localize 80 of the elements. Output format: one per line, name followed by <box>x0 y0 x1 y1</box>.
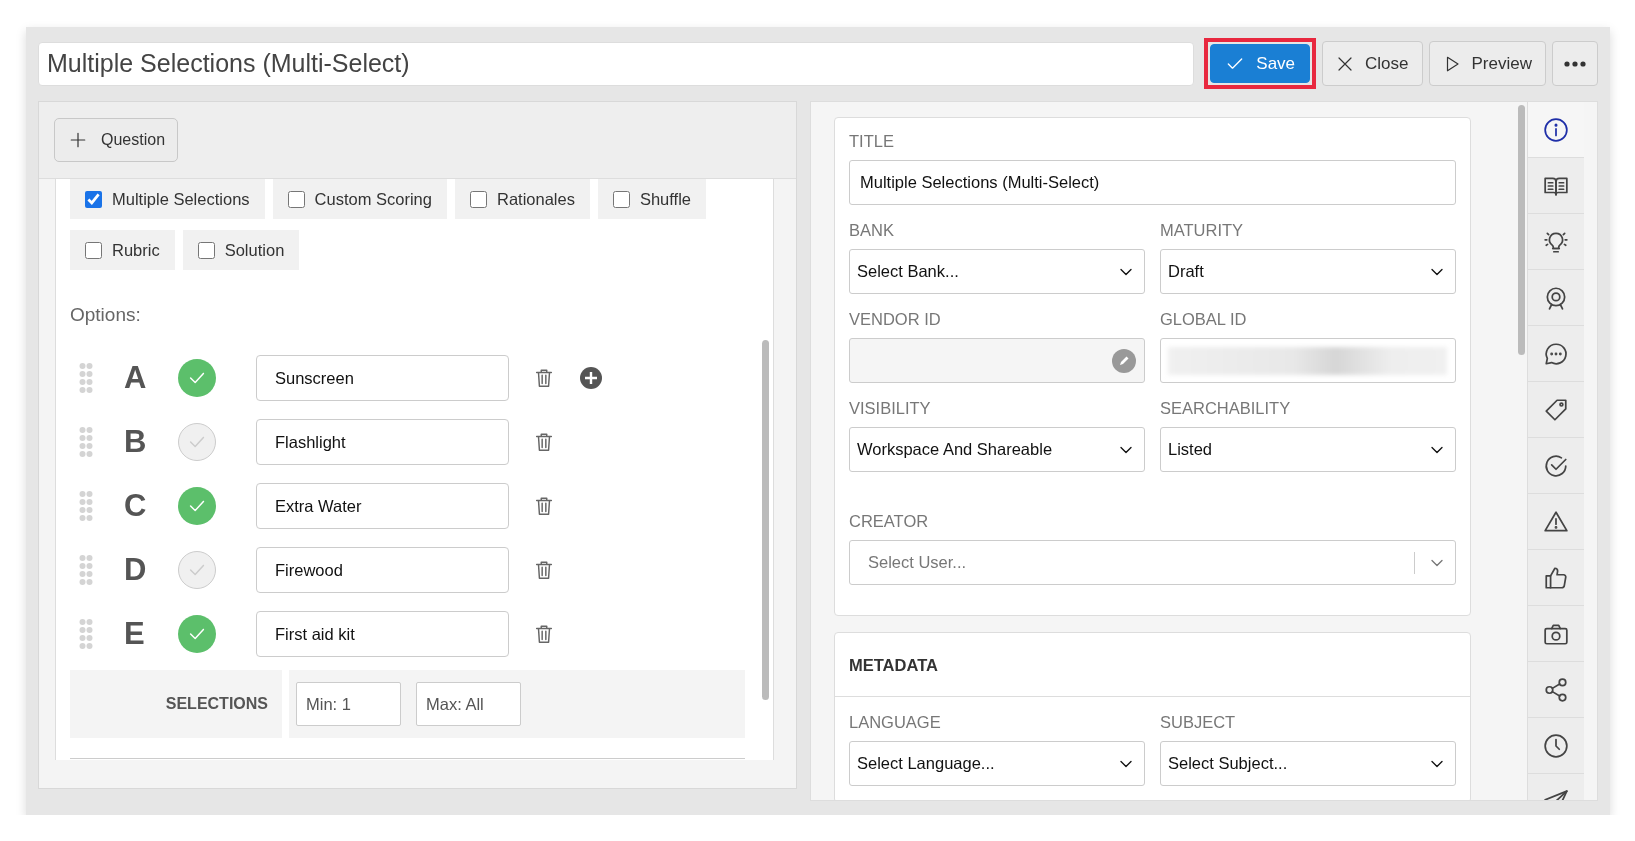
checkbox[interactable] <box>287 190 305 208</box>
option-toggle[interactable]: Rubric <box>70 230 175 270</box>
option-toggle[interactable]: Solution <box>182 230 300 270</box>
option-toggle[interactable]: Rationales <box>454 179 590 219</box>
option-field[interactable]: Extra Water <box>256 483 509 529</box>
plus-icon <box>69 131 87 149</box>
option-toggle[interactable]: Custom Scoring <box>272 179 447 219</box>
select-dropdown[interactable]: Select Subject... <box>1160 741 1456 786</box>
option-field[interactable]: First aid kit <box>256 611 509 657</box>
field-label: SEARCHABILITY <box>1160 399 1292 418</box>
info-icon <box>1543 116 1569 143</box>
checkbox[interactable] <box>469 190 487 208</box>
trash-icon[interactable] <box>533 622 555 646</box>
tag-icon <box>1543 396 1569 423</box>
option-letter: E <box>124 616 146 652</box>
field-label: VISIBILITY <box>849 399 932 418</box>
check-circle-icon <box>1543 452 1569 479</box>
correct-toggle[interactable] <box>178 423 216 461</box>
pencil-icon[interactable] <box>1112 348 1136 373</box>
field-label: BANK <box>849 221 895 240</box>
option-field[interactable]: Flashlight <box>256 419 509 465</box>
min-field[interactable]: Min: 1 <box>296 682 401 726</box>
field-label: TITLE <box>849 132 895 151</box>
drag-handle-icon[interactable] <box>79 554 93 586</box>
correct-toggle[interactable] <box>178 615 216 653</box>
option-letter: B <box>124 424 148 460</box>
clock-icon <box>1543 732 1569 759</box>
field-label: SUBJECT <box>1160 713 1237 732</box>
more-icon <box>1564 60 1586 67</box>
correct-toggle[interactable] <box>178 359 216 397</box>
drag-handle-icon[interactable] <box>79 490 93 522</box>
save-button[interactable]: Save <box>1210 44 1311 83</box>
add-question-button[interactable]: Question <box>54 118 179 162</box>
select-dropdown[interactable]: Draft <box>1160 249 1456 294</box>
field-label: GLOBAL ID <box>1160 310 1248 329</box>
field-label: VENDOR ID <box>849 310 942 329</box>
preview-button[interactable]: Preview <box>1428 41 1546 86</box>
close-button[interactable]: Close <box>1322 41 1423 86</box>
checkbox[interactable] <box>85 241 102 259</box>
scrollbar-thumb[interactable] <box>1518 105 1525 355</box>
correct-toggle[interactable] <box>178 487 216 525</box>
thumbs-up-icon <box>1543 564 1569 591</box>
checkbox[interactable] <box>85 190 102 208</box>
more-button[interactable] <box>1552 41 1598 86</box>
sidebar-tab[interactable] <box>1528 102 1584 158</box>
checkbox[interactable] <box>612 190 630 208</box>
title-field[interactable]: Multiple Selections (Multi-Select) <box>38 41 1195 86</box>
drag-handle-icon[interactable] <box>79 362 93 394</box>
trash-icon[interactable] <box>533 558 555 582</box>
option-letter: A <box>124 360 148 396</box>
option-toggle[interactable]: Multiple Selections <box>70 179 265 219</box>
select-dropdown[interactable]: Select Language... <box>849 741 1145 786</box>
user-select[interactable]: Select User... <box>849 540 1456 585</box>
option-letter: C <box>124 488 148 524</box>
select-dropdown[interactable]: Listed <box>1160 427 1456 472</box>
max-field[interactable]: Max: All <box>416 682 521 726</box>
field-label: LANGUAGE <box>849 713 942 732</box>
option-field[interactable]: Firewood <box>256 547 509 593</box>
chat-icon <box>1543 340 1569 367</box>
correct-toggle[interactable] <box>178 551 216 589</box>
field-label: MATURITY <box>1160 221 1245 240</box>
trash-icon[interactable] <box>533 366 555 390</box>
scrollbar-thumb[interactable] <box>762 340 769 700</box>
drag-handle-icon[interactable] <box>79 426 93 458</box>
title-field[interactable]: Multiple Selections (Multi-Select) <box>849 160 1456 205</box>
option-field[interactable]: Sunscreen <box>256 355 509 401</box>
trash-icon[interactable] <box>533 430 555 454</box>
select-dropdown[interactable]: Workspace And Shareable <box>849 427 1145 472</box>
selections-label: SELECTIONS <box>70 670 282 738</box>
select-dropdown[interactable]: Select Bank... <box>849 249 1145 294</box>
trash-icon[interactable] <box>533 494 555 518</box>
drag-handle-icon[interactable] <box>79 618 93 650</box>
share-icon <box>1543 676 1569 703</box>
add-option-icon[interactable] <box>579 366 603 390</box>
checkbox[interactable] <box>197 241 215 259</box>
field-label: CREATOR <box>849 512 930 531</box>
options-label: Options: <box>70 304 142 326</box>
option-toggle[interactable]: Shuffle <box>597 179 706 219</box>
option-letter: D <box>124 552 148 588</box>
section-heading: METADATA <box>835 633 1470 697</box>
